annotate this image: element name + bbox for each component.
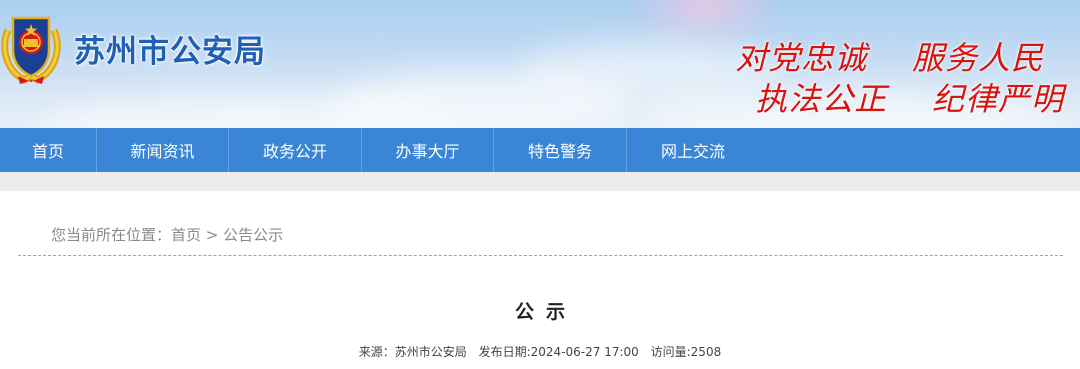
site-title[interactable]: 苏州市公安局 — [74, 26, 266, 71]
nav-item-online-communication[interactable]: 网上交流 — [627, 128, 759, 172]
nav-item-home[interactable]: 首页 — [0, 128, 97, 172]
breadcrumb-current-link[interactable]: 公告公示 — [223, 226, 283, 244]
article-publish-date: 发布日期:2024-06-27 17:00 — [478, 345, 639, 359]
slogan-line-2: 执法公正 纪律严明 — [755, 80, 1064, 118]
slogan-line-1: 对党忠诚 服务人民 — [735, 39, 1044, 77]
article-title: 公示 — [514, 301, 577, 323]
article-source: 来源：苏州市公安局 — [358, 345, 467, 359]
article-view-count: 访问量:2508 — [650, 345, 722, 359]
nav-item-service-hall[interactable]: 办事大厅 — [362, 128, 494, 172]
header-banner: 苏州市公安局 对党忠诚 服务人民 执法公正 纪律严明 — [0, 0, 1080, 128]
breadcrumb-divider — [18, 255, 1063, 256]
police-emblem-icon[interactable] — [0, 10, 62, 86]
breadcrumb-prefix: 您当前所在位置： — [51, 226, 172, 244]
breadcrumb: 您当前所在位置：首页 > 公告公示 — [51, 224, 283, 245]
main-nav: 首页 新闻资讯 政务公开 办事大厅 特色警务 网上交流 — [0, 128, 1080, 172]
nav-item-news[interactable]: 新闻资讯 — [97, 128, 229, 172]
nav-bottom-strip — [0, 172, 1080, 191]
nav-item-government-affairs[interactable]: 政务公开 — [229, 128, 362, 172]
breadcrumb-separator: > — [201, 226, 224, 244]
article-meta: 来源：苏州市公安局 发布日期:2024-06-27 17:00 访问量:2508 — [0, 343, 1080, 360]
nav-item-featured-policing[interactable]: 特色警务 — [494, 128, 627, 172]
breadcrumb-home-link[interactable]: 首页 — [171, 226, 201, 244]
